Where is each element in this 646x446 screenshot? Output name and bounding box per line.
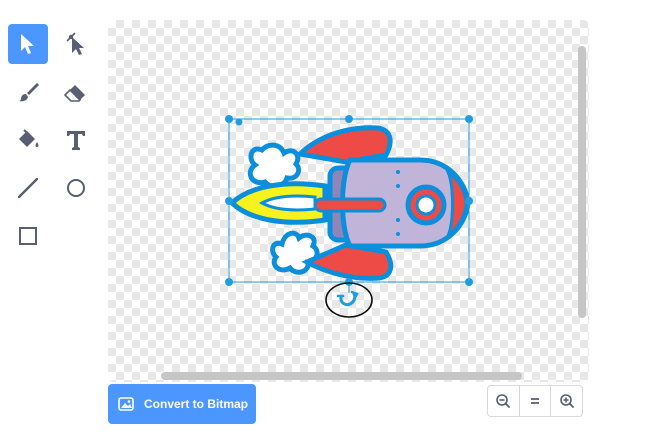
text-t-icon: [67, 131, 85, 150]
resize-handle-bottom[interactable]: [345, 278, 353, 286]
line-icon: [17, 177, 39, 199]
zoom-reset-button[interactable]: [518, 386, 551, 416]
tool-select[interactable]: [8, 24, 48, 64]
zoom-in-icon: [559, 394, 574, 408]
drawing-canvas[interactable]: [108, 20, 589, 382]
zoom-out-button[interactable]: [488, 386, 519, 416]
resize-handle-top-left[interactable]: [225, 115, 233, 123]
zoom-controls: [487, 385, 583, 417]
resize-handle-right[interactable]: [465, 197, 473, 205]
arrow-cursor-icon: [21, 34, 34, 54]
resize-handle-top[interactable]: [345, 115, 353, 123]
tool-rectangle[interactable]: [8, 216, 48, 256]
convert-to-bitmap-button[interactable]: Convert to Bitmap: [108, 384, 256, 424]
reshape-cursor-icon: [66, 32, 84, 55]
tool-line[interactable]: [8, 168, 48, 208]
brush-icon: [19, 83, 39, 102]
zoom-out-icon: [496, 394, 511, 408]
tool-brush[interactable]: [8, 72, 48, 112]
tool-reshape[interactable]: [56, 24, 96, 64]
paint-editor: Convert to Bitmap: [0, 0, 646, 446]
tool-text[interactable]: [56, 120, 96, 160]
zoom-reset-icon: [531, 398, 539, 404]
resize-handle-bottom-right[interactable]: [465, 278, 473, 286]
tool-fill[interactable]: [8, 120, 48, 160]
image-icon: [118, 397, 134, 411]
resize-handle-top-right[interactable]: [465, 115, 473, 123]
paint-bucket-icon: [19, 129, 39, 147]
resize-handle-bottom-left[interactable]: [225, 278, 233, 286]
resize-handle-top-left-inner[interactable]: [235, 118, 243, 126]
vertical-scrollbar[interactable]: [578, 46, 586, 318]
resize-handle-left[interactable]: [225, 197, 233, 205]
rectangle-icon: [19, 227, 37, 245]
zoom-in-button[interactable]: [550, 386, 582, 416]
horizontal-scrollbar[interactable]: [161, 372, 522, 380]
circle-icon: [67, 179, 85, 197]
tool-eraser[interactable]: [56, 72, 96, 112]
eraser-icon: [63, 85, 85, 102]
convert-to-bitmap-label: Convert to Bitmap: [144, 397, 249, 411]
tool-circle[interactable]: [56, 168, 96, 208]
